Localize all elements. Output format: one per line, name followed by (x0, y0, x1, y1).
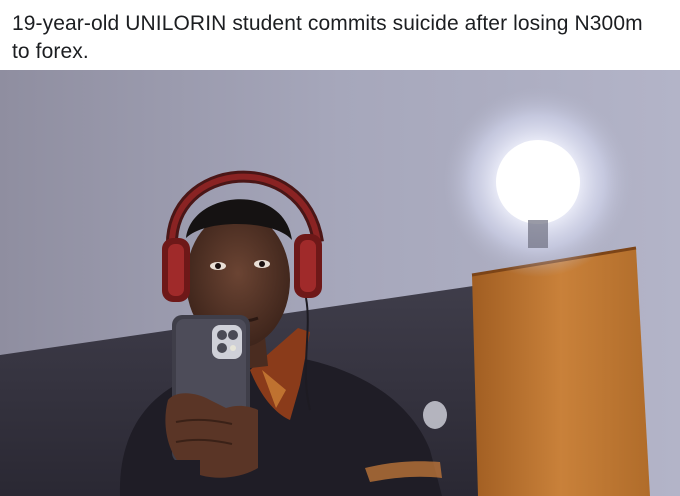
wooden-door (472, 248, 650, 496)
ceiling-light-icon (443, 87, 633, 277)
post-photo[interactable] (0, 70, 680, 496)
selfie-photo-illustration (0, 70, 680, 496)
post-caption: 19-year-old UNILORIN student commits sui… (12, 12, 643, 63)
